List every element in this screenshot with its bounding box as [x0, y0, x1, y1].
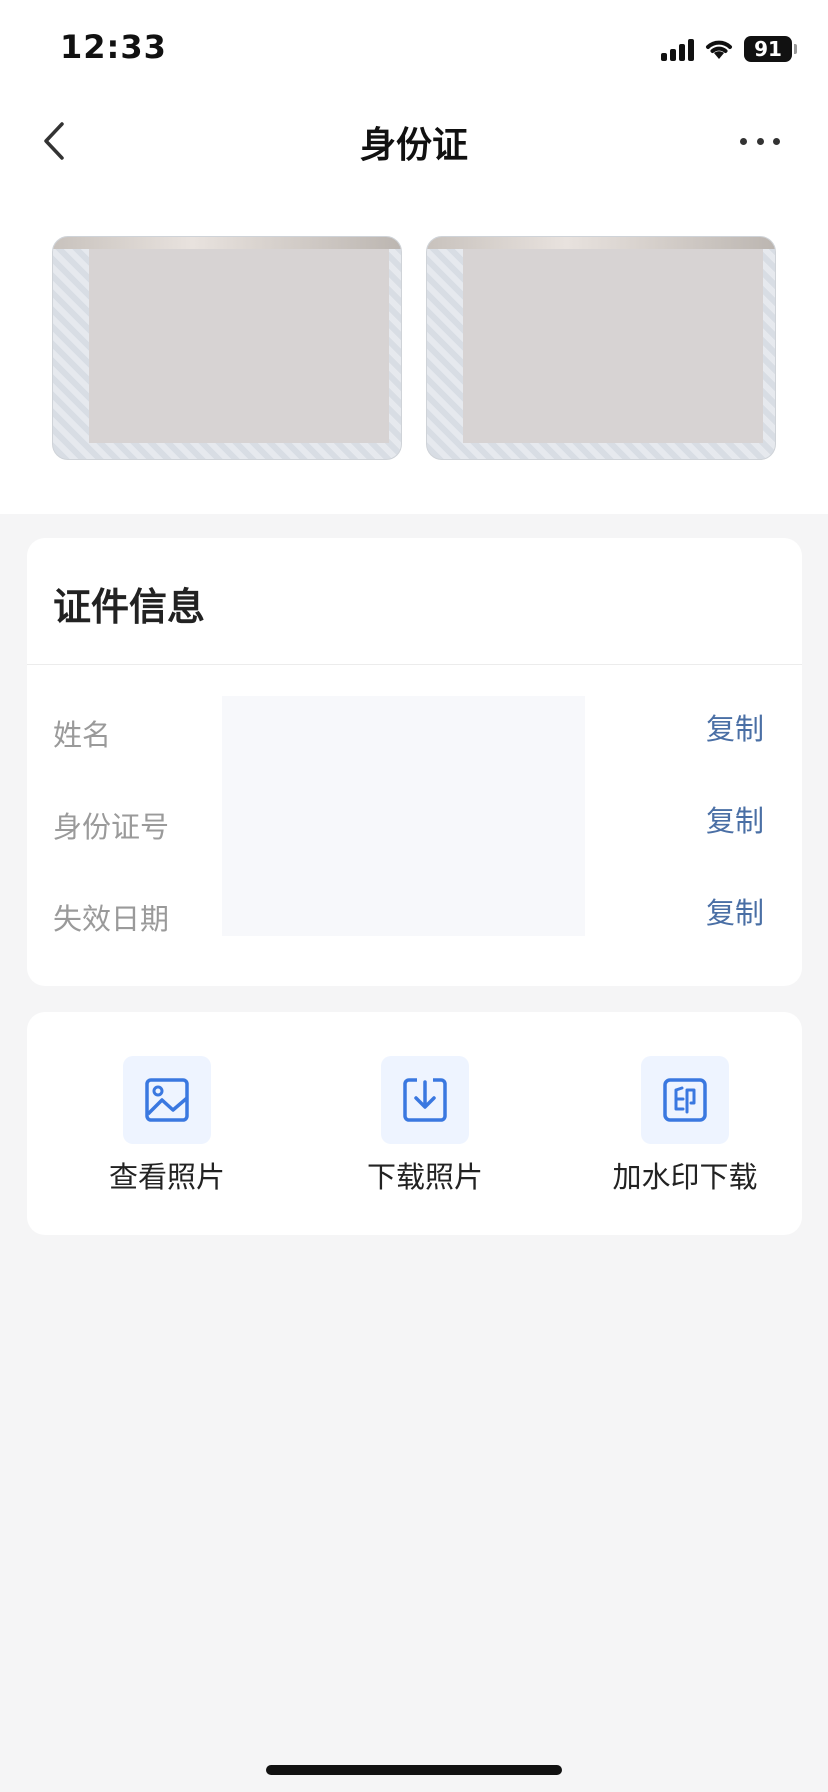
status-indicators: 91 [661, 34, 797, 64]
wifi-icon [706, 40, 732, 59]
home-indicator[interactable] [266, 1765, 562, 1775]
name-label: 姓名 [53, 718, 112, 752]
download-icon [403, 1078, 447, 1122]
watermark-icon-box [641, 1056, 729, 1144]
copy-expiry-date-button[interactable]: 复制 [706, 890, 764, 932]
cellular-signal-icon [661, 37, 694, 61]
certificate-info-card: 证件信息 姓名 复制 身份证号 复制 失效日期 复制 [27, 538, 802, 986]
copy-name-button[interactable]: 复制 [706, 706, 764, 748]
more-options-icon[interactable] [740, 126, 780, 156]
watermark-icon [663, 1078, 707, 1122]
view-photo-button[interactable]: 查看照片 [77, 1056, 257, 1196]
expiry-date-label: 失效日期 [53, 902, 170, 936]
action-label: 加水印下载 [612, 1160, 758, 1194]
card-title: 证件信息 [53, 585, 206, 629]
photo-edge [53, 237, 401, 249]
action-label: 下载照片 [366, 1160, 483, 1194]
actions-card: 查看照片 下载照片 加水印下载 [27, 1012, 802, 1235]
id-card-back-photo[interactable] [426, 236, 776, 460]
page-title: 身份证 [359, 125, 468, 166]
action-label: 查看照片 [108, 1160, 225, 1194]
copy-id-number-button[interactable]: 复制 [706, 798, 764, 840]
image-icon [145, 1078, 189, 1122]
divider [27, 664, 802, 665]
redacted-area [89, 249, 389, 443]
watermark-download-button[interactable]: 加水印下载 [595, 1056, 775, 1196]
photo-edge [427, 237, 775, 249]
id-card-front-photo[interactable] [52, 236, 402, 460]
image-icon-box [123, 1056, 211, 1144]
id-number-label: 身份证号 [53, 810, 170, 844]
download-photo-button[interactable]: 下载照片 [335, 1056, 515, 1196]
status-time: 12:33 [60, 28, 167, 66]
redacted-area [463, 249, 763, 443]
battery-icon: 91 [744, 36, 797, 62]
download-icon-box [381, 1056, 469, 1144]
redacted-values [222, 696, 585, 936]
